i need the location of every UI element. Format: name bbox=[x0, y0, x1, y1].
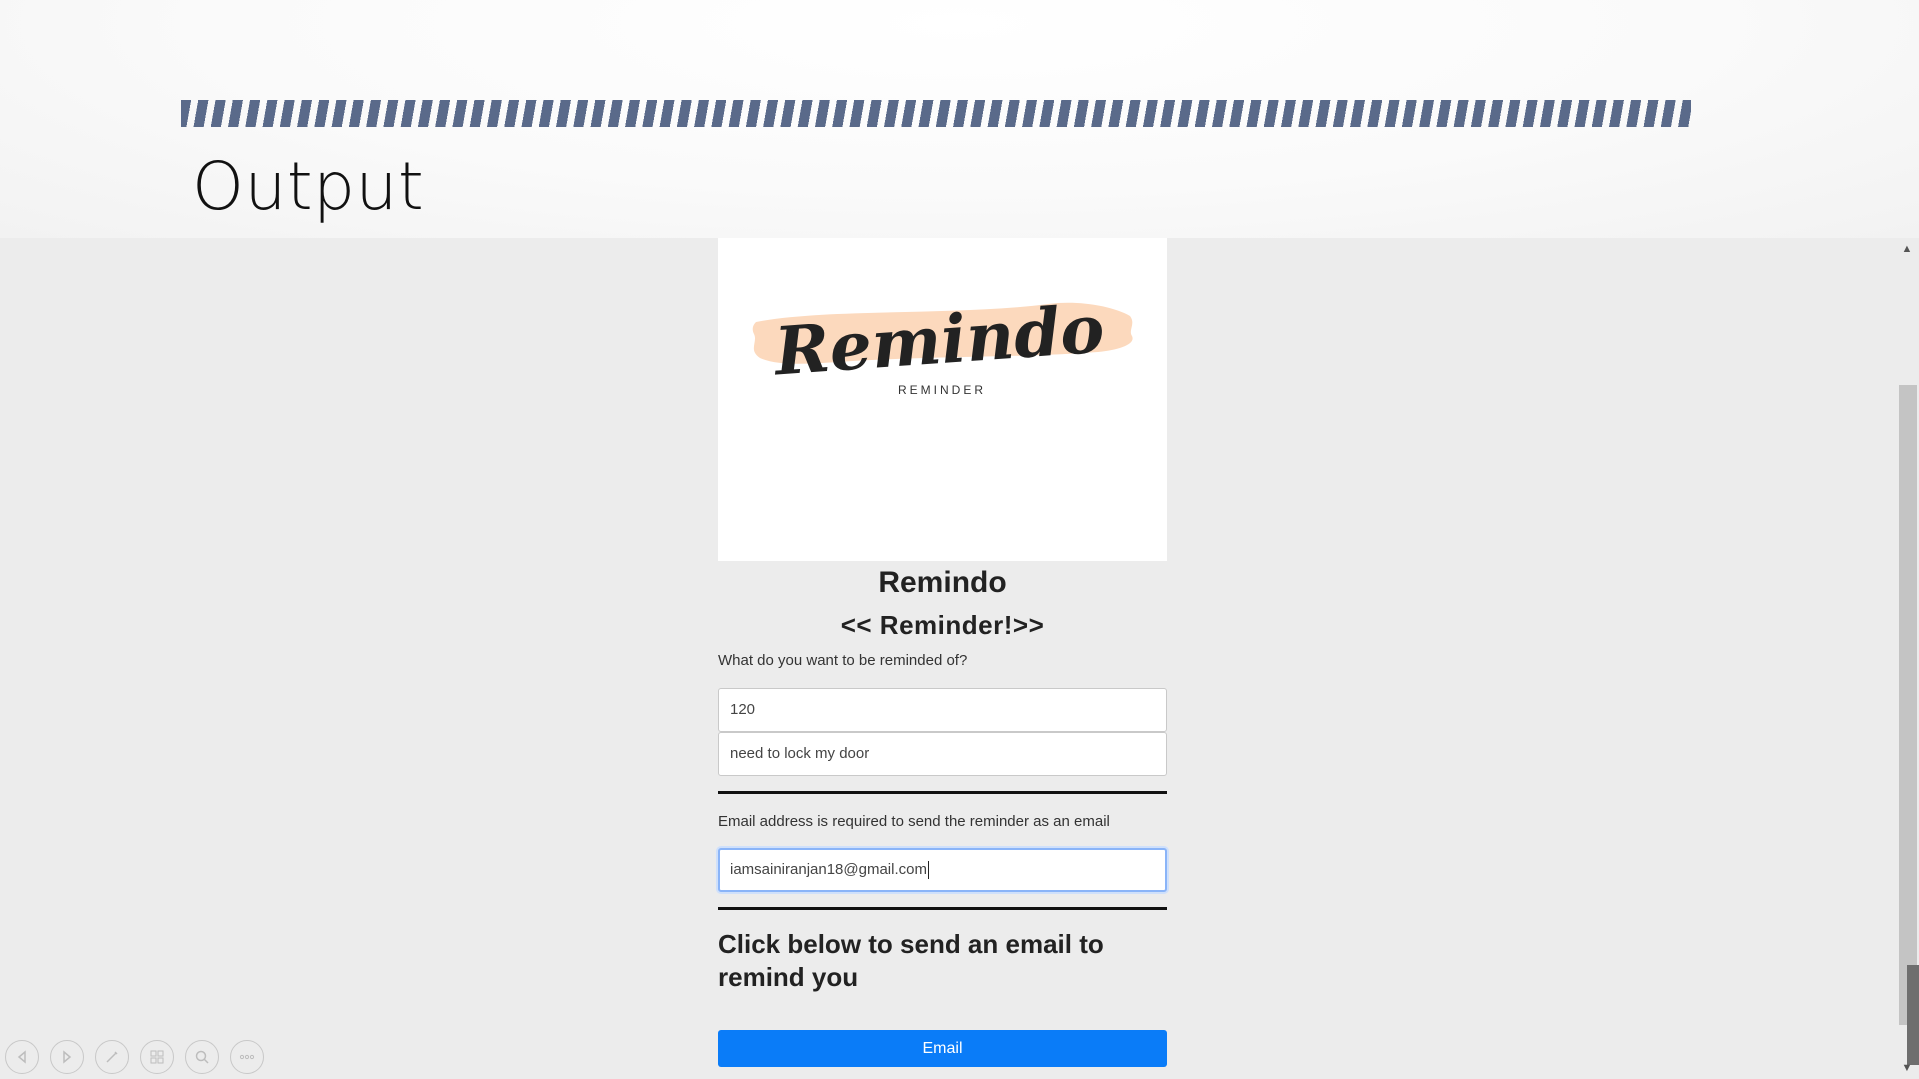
email-required-label: Email address is required to send the re… bbox=[718, 813, 1110, 830]
pen-icon[interactable] bbox=[95, 1040, 129, 1074]
message-input-value: need to lock my door bbox=[730, 745, 870, 762]
logo-wordmark: Remindo bbox=[770, 290, 1107, 391]
decorative-stripe-bar bbox=[181, 100, 1691, 127]
send-email-instruction: Click below to send an email to remind y… bbox=[718, 929, 1104, 992]
email-input[interactable]: iamsainiranjan18@gmail.com bbox=[718, 848, 1167, 892]
scrollbar-thumb[interactable] bbox=[1899, 385, 1917, 1025]
next-icon[interactable] bbox=[50, 1040, 84, 1074]
email-button[interactable]: Email bbox=[718, 1030, 1167, 1067]
slideshow-toolbar bbox=[5, 1040, 264, 1076]
scroll-down-icon[interactable]: ▼ bbox=[1900, 1061, 1914, 1075]
scrollbar-edge bbox=[1907, 965, 1919, 1065]
browser-viewport: Remindo REMINDER Remindo << Reminder!>> … bbox=[0, 238, 1919, 1079]
logo-card: Remindo REMINDER bbox=[718, 238, 1167, 561]
vertical-scrollbar[interactable]: ▲ ▼ bbox=[1895, 238, 1919, 1079]
email-input-value: iamsainiranjan18@gmail.com bbox=[730, 861, 927, 878]
scroll-up-icon[interactable]: ▲ bbox=[1900, 242, 1914, 256]
remindo-logo: Remindo REMINDER bbox=[752, 290, 1133, 397]
slide-title: Output bbox=[192, 148, 425, 225]
divider bbox=[718, 907, 1167, 910]
slide-header: Output bbox=[0, 0, 1919, 238]
time-input-value: 120 bbox=[730, 701, 756, 718]
text-caret bbox=[927, 861, 929, 880]
more-icon[interactable] bbox=[230, 1040, 264, 1074]
zoom-icon[interactable] bbox=[185, 1040, 219, 1074]
slides-grid-icon[interactable] bbox=[140, 1040, 174, 1074]
app-subtitle: << Reminder!>> bbox=[840, 610, 1045, 640]
message-input[interactable]: need to lock my door bbox=[718, 732, 1167, 776]
app-title: Remindo bbox=[878, 566, 1007, 599]
app-container: Remindo REMINDER Remindo << Reminder!>> … bbox=[718, 238, 1167, 1067]
time-input[interactable]: 120 bbox=[718, 688, 1167, 732]
divider bbox=[718, 791, 1167, 794]
logo-tagline: REMINDER bbox=[898, 383, 986, 397]
reminder-prompt-label: What do you want to be reminded of? bbox=[718, 652, 968, 669]
previous-icon[interactable] bbox=[5, 1040, 39, 1074]
